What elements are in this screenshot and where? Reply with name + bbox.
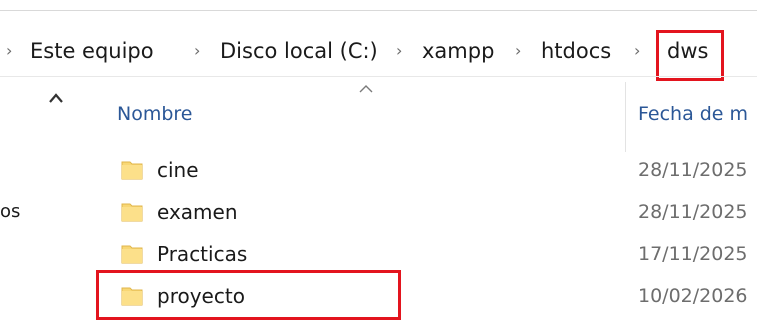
highlight-box-dws	[656, 30, 724, 81]
breadcrumb-item-este-equipo[interactable]: Este equipo	[30, 37, 154, 65]
file-name: Practicas	[157, 242, 248, 266]
file-name: cine	[157, 158, 199, 182]
sort-ascending-icon	[359, 85, 373, 93]
folder-icon	[121, 245, 143, 264]
file-date: 28/11/2025	[638, 159, 748, 181]
breadcrumb-item-disco-local[interactable]: Disco local (C:)	[220, 37, 378, 65]
breadcrumb-separator-icon[interactable]: ›	[194, 37, 200, 65]
breadcrumb-separator-icon[interactable]: ›	[396, 37, 402, 65]
column-header-name[interactable]: Nombre	[117, 101, 193, 127]
breadcrumb-item-htdocs[interactable]: htdocs	[541, 37, 611, 65]
breadcrumb[interactable]: › Este equipo › Disco local (C:) › xampp…	[0, 26, 757, 76]
header-divider	[0, 76, 757, 77]
breadcrumb-item-xampp[interactable]: xampp	[422, 37, 494, 65]
list-item[interactable]: cine 28/11/2025	[0, 150, 757, 192]
breadcrumb-separator-icon[interactable]: ›	[634, 37, 640, 65]
folder-icon	[121, 203, 143, 222]
file-date: 10/02/2026	[638, 285, 748, 307]
column-separator[interactable]	[625, 82, 626, 152]
file-explorer-window: › Este equipo › Disco local (C:) › xampp…	[0, 0, 757, 320]
list-item[interactable]: examen 28/11/2025	[0, 192, 757, 234]
breadcrumb-separator-icon: ›	[6, 41, 13, 60]
file-date: 28/11/2025	[638, 201, 748, 223]
file-date: 17/11/2025	[638, 243, 748, 265]
breadcrumb-separator-icon[interactable]: ›	[515, 37, 521, 65]
file-name: examen	[157, 200, 238, 224]
toolbar-divider	[0, 10, 757, 11]
highlight-box-proyecto	[96, 270, 401, 320]
column-header-date[interactable]: Fecha de m	[638, 101, 748, 127]
folder-icon	[121, 161, 143, 180]
scroll-up-icon[interactable]	[44, 88, 68, 108]
